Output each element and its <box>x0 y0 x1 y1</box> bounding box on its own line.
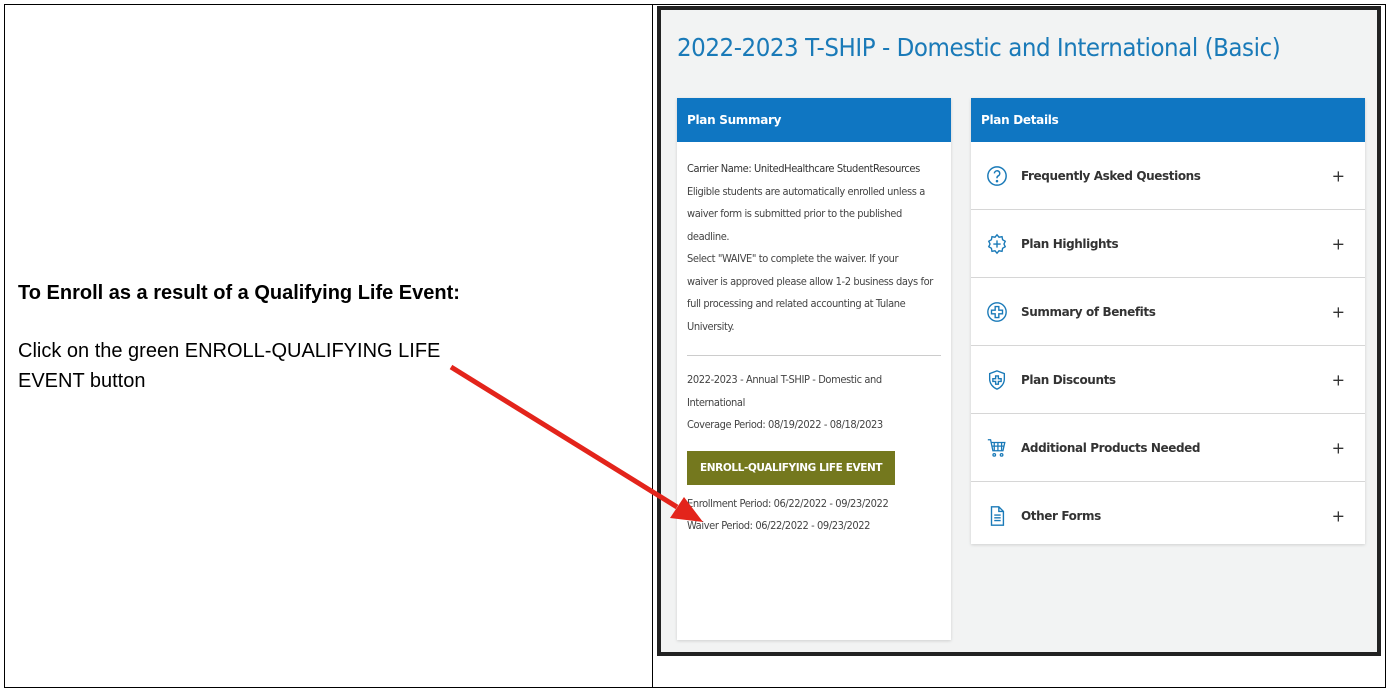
detail-item-plan-discounts[interactable]: Plan Discounts + <box>971 346 1365 414</box>
summary-divider <box>687 355 941 356</box>
instructions-body: Click on the green ENROLL-QUALIFYING LIF… <box>18 340 441 392</box>
detail-item-other-forms[interactable]: Other Forms + <box>971 482 1365 549</box>
detail-item-summary-of-benefits[interactable]: Summary of Benefits + <box>971 278 1365 346</box>
cart-icon <box>986 437 1008 459</box>
summary-line: waiver is approved please allow 1-2 busi… <box>687 274 933 288</box>
document-icon <box>986 505 1008 527</box>
summary-line: full processing and related accounting a… <box>687 297 906 310</box>
period-block: Enrollment Period: 06/22/2022 - 09/23/20… <box>687 493 941 538</box>
enroll-qualifying-life-event-button[interactable]: ENROLL-QUALIFYING LIFE EVENT <box>687 450 896 485</box>
plan-summary-header: Plan Summary <box>677 98 951 142</box>
detail-item-label: Plan Highlights <box>1021 236 1119 251</box>
plan-details-header: Plan Details <box>971 98 1365 142</box>
expand-plus-icon[interactable]: + <box>1332 506 1345 525</box>
expand-plus-icon[interactable]: + <box>1332 302 1345 321</box>
plan-name: 2022-2023 - Annual T-SHIP - Domestic and <box>687 373 882 386</box>
expand-plus-icon[interactable]: + <box>1332 370 1345 389</box>
detail-item-label: Summary of Benefits <box>1021 304 1156 319</box>
instructions-heading: To Enroll as a result of a Qualifying Li… <box>18 282 460 304</box>
enrollment-period: Enrollment Period: 06/22/2022 - 09/23/20… <box>687 496 889 510</box>
summary-line: Select "WAIVE" to complete the waiver. I… <box>687 252 899 265</box>
expand-plus-icon[interactable]: + <box>1332 166 1345 185</box>
question-circle-icon <box>986 165 1008 187</box>
detail-item-label: Other Forms <box>1021 508 1101 523</box>
medical-badge-icon <box>986 233 1008 255</box>
detail-item-additional-products[interactable]: Additional Products Needed + <box>971 414 1365 482</box>
summary-line: deadline. <box>687 229 730 243</box>
plan-title: 2022-2023 T-SHIP - Domestic and Internat… <box>677 33 1281 62</box>
instructions-cell: To Enroll as a result of a Qualifying Li… <box>5 5 652 687</box>
expand-plus-icon[interactable]: + <box>1332 234 1345 253</box>
plan-summary-body: Carrier Name: UnitedHealthcare StudentRe… <box>677 142 951 538</box>
carrier-name: Carrier Name: UnitedHealthcare StudentRe… <box>687 162 920 175</box>
waiver-period: Waiver Period: 06/22/2022 - 09/23/2022 <box>687 519 871 532</box>
detail-item-label: Frequently Asked Questions <box>1021 168 1201 183</box>
plan-summary-panel: Plan Summary Carrier Name: UnitedHealthc… <box>677 98 951 640</box>
cell-divider <box>652 5 653 687</box>
summary-line: Eligible students are automatically enro… <box>687 184 925 198</box>
shield-plus-icon <box>986 369 1008 391</box>
detail-item-label: Plan Discounts <box>1021 372 1116 387</box>
expand-plus-icon[interactable]: + <box>1332 438 1345 457</box>
summary-line: waiver form is submitted prior to the pu… <box>687 207 902 220</box>
portal-screenshot: 2022-2023 T-SHIP - Domestic and Internat… <box>657 6 1381 656</box>
detail-item-faq[interactable]: Frequently Asked Questions + <box>971 142 1365 210</box>
detail-item-plan-highlights[interactable]: Plan Highlights + <box>971 210 1365 278</box>
detail-item-label: Additional Products Needed <box>1021 440 1201 455</box>
plan-details-panel: Plan Details Frequently Asked Questions … <box>971 98 1365 544</box>
coverage-period: Coverage Period: 08/19/2022 - 08/18/2023 <box>687 418 883 431</box>
plus-circle-icon <box>986 301 1008 323</box>
summary-line: University. <box>687 319 735 333</box>
plan-name: International <box>687 395 745 409</box>
